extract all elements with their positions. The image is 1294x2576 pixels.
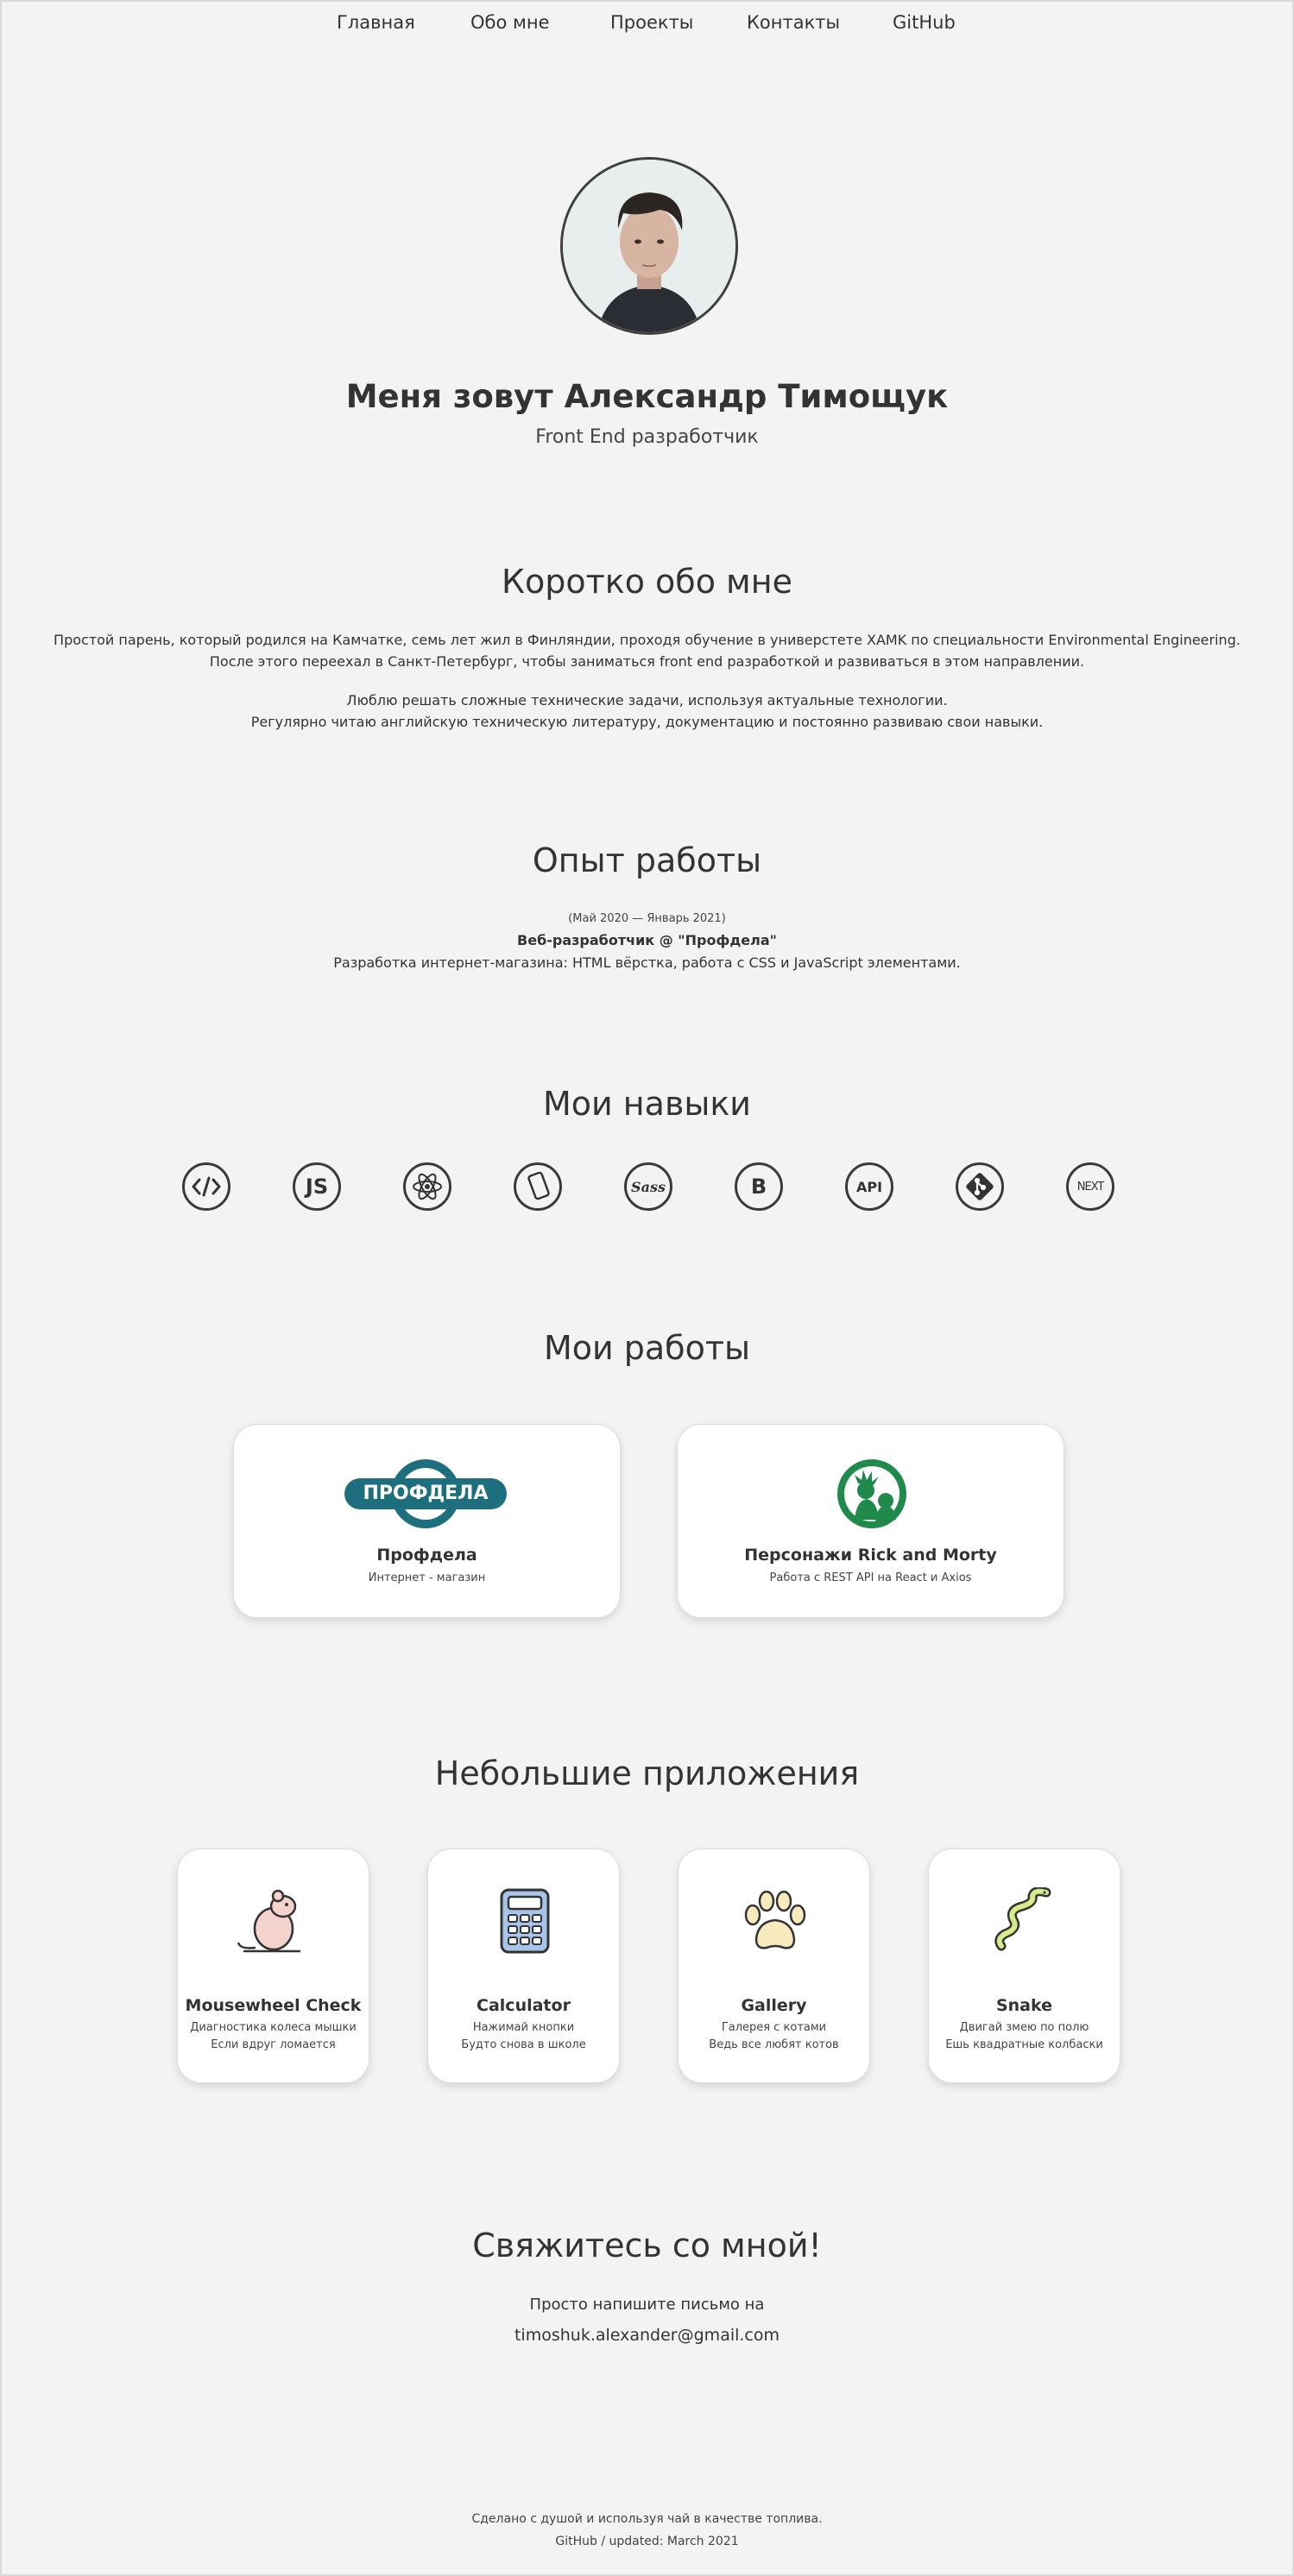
- about-p1-line1: Простой парень, который родился на Камча…: [54, 632, 1240, 648]
- contact-text: Просто напишите письмо на: [529, 2296, 765, 2314]
- app-card-calculator[interactable]: Calculator Нажимай кнопки Будто снова в …: [427, 1849, 620, 2083]
- nav-link-contacts[interactable]: Контакты: [747, 12, 840, 33]
- work-subtitle: Работа с REST API на React и Axios: [769, 1571, 972, 1584]
- footer-line2: GitHub / updated: March 2021: [555, 2535, 739, 2548]
- bootstrap-icon: B: [735, 1162, 783, 1211]
- app-title: Mousewheel Check: [185, 1996, 362, 2015]
- rick-and-morty-icon: [836, 1458, 908, 1530]
- about-paragraph-2: Люблю решать сложные технические задачи,…: [2, 690, 1292, 733]
- app-description-line1: Диагностика колеса мышки: [190, 2021, 357, 2034]
- app-description: Диагностика колеса мышки Если вдруг лома…: [178, 2019, 369, 2054]
- app-description-line1: Галерея с котами: [721, 2021, 827, 2034]
- app-title: Gallery: [741, 1996, 807, 2015]
- work-card-profdela[interactable]: ПРОФДЕЛА Профдела Интернет - магазин: [233, 1424, 621, 1618]
- experience-description: Разработка интернет-магазина: HTML вёрст…: [333, 954, 961, 971]
- hero-name: Меня зовут Александр Тимощук: [345, 378, 949, 415]
- app-card-gallery[interactable]: Gallery Галерея с котами Ведь все любят …: [678, 1849, 870, 2083]
- works-title: Мои работы: [543, 1329, 751, 1367]
- about-p2-line1: Люблю решать сложные технические задачи,…: [346, 692, 948, 709]
- contact-title: Свяжитесь со мной!: [472, 2226, 822, 2264]
- experience-period: (Май 2020 — Январь 2021): [568, 912, 726, 925]
- app-card-snake[interactable]: Snake Двигай змею по полю Ешь квадратные…: [928, 1849, 1120, 2083]
- about-paragraph-1: Простой парень, который родился на Камча…: [2, 629, 1292, 672]
- avatar: [560, 157, 738, 335]
- nextjs-icon: NEXT: [1066, 1162, 1114, 1211]
- app-description-line1: Двигай змею по полю: [959, 2021, 1089, 2034]
- work-card-rick-and-morty[interactable]: Персонажи Rick and Morty Работа с REST A…: [677, 1424, 1064, 1618]
- work-subtitle: Интернет - магазин: [368, 1571, 486, 1584]
- html-code-icon: [182, 1162, 230, 1211]
- contact-email-link[interactable]: timoshuk.alexander@gmail.com: [2, 2326, 1292, 2345]
- apps-title: Небольшие приложения: [434, 1754, 860, 1792]
- top-navigation: Главная Обо мне Проекты Контакты GitHub: [2, 2, 1292, 47]
- app-card-mousewheel[interactable]: Mousewheel Check Диагностика колеса мышк…: [177, 1849, 369, 2083]
- app-title: Calculator: [477, 1996, 571, 2015]
- mobile-icon: [514, 1162, 562, 1211]
- app-description-line2: Ешь квадратные колбаски: [945, 2038, 1103, 2051]
- app-description-line2: Ведь все любят котов: [709, 2038, 839, 2051]
- footer: Сделано с душой и используя чай в качест…: [2, 2508, 1292, 2553]
- calculator-icon: [499, 1887, 551, 1958]
- app-description: Двигай змею по полю Ешь квадратные колба…: [929, 2019, 1120, 2054]
- about-p1-line2: После этого переехал в Санкт-Петербург, …: [209, 653, 1085, 670]
- app-description: Галерея с котами Ведь все любят котов: [679, 2019, 869, 2054]
- profdela-logo-text: ПРОФДЕЛА: [363, 1483, 489, 1504]
- skills-title: Мои навыки: [543, 1085, 751, 1123]
- experience-title: Опыт работы: [532, 841, 762, 879]
- app-description-line1: Нажимай кнопки: [472, 2021, 575, 2034]
- experience-position: Веб-разработчик @ "Профдела": [517, 932, 777, 948]
- app-description-line2: Если вдруг ломается: [211, 2038, 336, 2051]
- app-title: Snake: [995, 1996, 1053, 2015]
- react-icon: [403, 1162, 451, 1211]
- app-description-line2: Будто снова в школе: [461, 2038, 586, 2051]
- about-p2-line2: Регулярно читаю английскую техническую л…: [250, 714, 1044, 730]
- sass-icon: Sass: [624, 1162, 672, 1211]
- profdela-logo: ПРОФДЕЛА: [344, 1459, 507, 1528]
- work-title: Персонажи Rick and Morty: [744, 1546, 997, 1565]
- work-title: Профдела: [376, 1546, 477, 1565]
- nav-link-projects[interactable]: Проекты: [610, 12, 693, 33]
- paw-icon: [742, 1889, 808, 1956]
- snake-icon: [993, 1886, 1058, 1958]
- hero-role: Front End разработчик: [535, 426, 759, 448]
- nav-link-home[interactable]: Главная: [337, 12, 415, 33]
- nav-link-github[interactable]: GitHub: [893, 12, 956, 33]
- footer-line1: Сделано с душой и используя чай в качест…: [471, 2512, 823, 2526]
- git-icon: [956, 1162, 1004, 1211]
- nav-link-about[interactable]: Обо мне: [470, 12, 550, 33]
- javascript-icon: JS: [293, 1162, 341, 1211]
- app-description: Нажимай кнопки Будто снова в школе: [428, 2019, 619, 2054]
- api-icon: API: [845, 1162, 893, 1211]
- mouse-icon: [235, 1886, 312, 1958]
- about-title: Коротко обо мне: [502, 563, 792, 601]
